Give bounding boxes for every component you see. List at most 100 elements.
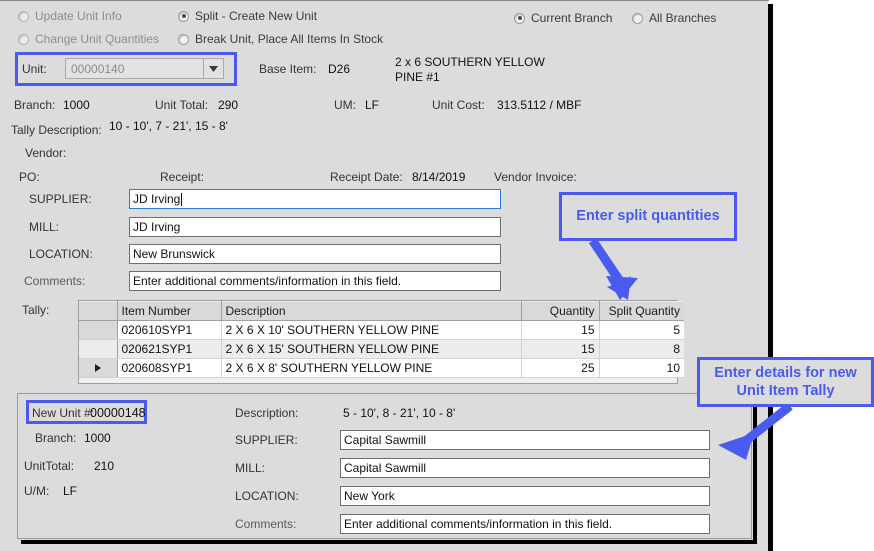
new-unit-location-input[interactable]: New York (340, 486, 710, 506)
cell-quantity: 25 (521, 358, 600, 378)
supplier-label: SUPPLIER: (29, 192, 92, 206)
radio-change-unit-quantities[interactable]: Change Unit Quantities (18, 32, 159, 46)
callout-arrow-to-new-unit-fields (718, 402, 793, 460)
new-unit-description-label: Description: (235, 406, 299, 420)
new-unit-mill-value: Capital Sawmill (344, 461, 427, 475)
new-unit-location-value: New York (344, 489, 395, 503)
comments-input[interactable]: Enter additional comments/information in… (129, 271, 501, 291)
column-header-description[interactable]: Description (221, 301, 522, 321)
item-description-line1: 2 x 6 SOUTHERN YELLOW (395, 55, 545, 69)
radio-knob (178, 10, 189, 22)
row-selector[interactable] (79, 339, 118, 359)
column-header-split-quantity[interactable]: Split Quantity (599, 301, 684, 321)
cell-description: 2 X 6 X 8' SOUTHERN YELLOW PINE (221, 358, 522, 378)
new-unit-mill-input[interactable]: Capital Sawmill (340, 458, 710, 478)
new-unit-total-label: UnitTotal: (24, 459, 75, 473)
unit-select[interactable]: 00000140 (65, 58, 224, 79)
receipt-date-label: Receipt Date: (330, 170, 403, 184)
comments-input-value: Enter additional comments/information in… (133, 274, 402, 288)
radio-knob (632, 12, 643, 24)
unit-label: Unit: (22, 62, 47, 76)
row-selector-current[interactable] (79, 358, 118, 378)
new-unit-branch-value: 1000 (84, 431, 111, 445)
location-label: LOCATION: (29, 247, 93, 261)
tally-description-label: Tally Description: (11, 123, 102, 137)
column-header-quantity[interactable]: Quantity (521, 301, 600, 321)
mill-input-value: JD Irving (133, 220, 181, 234)
radio-label: All Branches (649, 11, 717, 25)
callout-text: Enter split quantities (576, 208, 720, 225)
row-selector[interactable] (79, 320, 118, 340)
new-unit-location-label: LOCATION: (235, 489, 299, 503)
radio-knob (178, 33, 189, 45)
radio-knob (18, 33, 29, 45)
radio-break-unit[interactable]: Break Unit, Place All Items In Stock (178, 32, 383, 46)
bottom-panel-shadow (21, 540, 756, 544)
column-header-item-number[interactable]: Item Number (117, 301, 222, 321)
new-unit-comments-input[interactable]: Enter additional comments/information in… (340, 514, 710, 534)
radio-label: Break Unit, Place All Items In Stock (195, 32, 384, 46)
table-row[interactable]: 020621SYP1 2 X 6 X 15' SOUTHERN YELLOW P… (79, 339, 684, 359)
supplier-input-value: JD Irving (133, 192, 181, 206)
text-caret (181, 192, 183, 206)
radio-label: Split - Create New Unit (195, 9, 318, 23)
cell-split-quantity[interactable]: 5 (599, 320, 684, 340)
new-unit-comments-value: Enter additional comments/information in… (344, 517, 613, 531)
radio-knob (18, 10, 29, 22)
new-unit-supplier-value: Capital Sawmill (344, 433, 427, 447)
table-header-row: Item Number Description Quantity Split Q… (79, 301, 684, 321)
radio-split-create-new-unit[interactable]: Split - Create New Unit (178, 9, 317, 23)
location-input[interactable]: New Brunswick (129, 244, 501, 264)
cell-description: 2 X 6 X 15' SOUTHERN YELLOW PINE (221, 339, 522, 359)
po-label: PO: (19, 170, 40, 184)
table-row[interactable]: 020608SYP1 2 X 6 X 8' SOUTHERN YELLOW PI… (79, 358, 684, 378)
base-item-value: D26 (328, 62, 351, 76)
unit-cost-label: Unit Cost: (432, 98, 485, 112)
tally-grid[interactable]: Item Number Description Quantity Split Q… (78, 300, 684, 384)
radio-label: Current Branch (531, 11, 613, 25)
column-header-selector[interactable] (79, 301, 118, 321)
new-unit-comments-label: Comments: (235, 517, 297, 531)
callout-text-line1: Enter details for new (714, 364, 857, 381)
new-unit-supplier-input[interactable]: Capital Sawmill (340, 430, 710, 450)
radio-knob (514, 12, 525, 24)
tally-label: Tally: (22, 303, 50, 317)
cell-item-number: 020608SYP1 (117, 358, 222, 378)
radio-all-branches[interactable]: All Branches (632, 11, 716, 25)
radio-label: Update Unit Info (35, 9, 122, 23)
new-unit-description-value: 5 - 10', 8 - 21', 10 - 8' (343, 406, 456, 420)
new-unit-um-label: U/M: (24, 484, 50, 498)
new-unit-branch-label: Branch: (35, 431, 77, 445)
cell-split-quantity[interactable]: 8 (599, 339, 684, 359)
new-unit-label: New Unit #: (32, 406, 95, 420)
unit-select-value: 00000140 (71, 61, 125, 76)
unit-cost-value: 313.5112 / MBF (497, 98, 582, 112)
chevron-down-icon[interactable] (203, 59, 223, 78)
callout-new-unit-details: Enter details for new Unit Item Tally (697, 357, 874, 407)
um-label: UM: (334, 98, 356, 112)
item-description-line2: PINE #1 (395, 70, 440, 84)
cell-description: 2 X 6 X 10' SOUTHERN YELLOW PINE (221, 320, 522, 340)
new-unit-supplier-label: SUPPLIER: (235, 433, 298, 447)
unit-total-value: 290 (218, 98, 239, 112)
table-row[interactable]: 020610SYP1 2 X 6 X 10' SOUTHERN YELLOW P… (79, 320, 684, 340)
radio-update-unit-info[interactable]: Update Unit Info (18, 9, 122, 23)
mill-label: MILL: (29, 220, 60, 234)
cell-split-quantity[interactable]: 10 (599, 358, 684, 378)
callout-split-quantities: Enter split quantities (559, 192, 737, 241)
callout-arrow-to-split-quantity (589, 238, 638, 300)
current-row-arrow-icon (94, 364, 101, 372)
comments-label: Comments: (24, 274, 86, 288)
mill-input[interactable]: JD Irving (129, 217, 501, 237)
cell-item-number: 020610SYP1 (117, 320, 222, 340)
new-unit-total-value: 210 (94, 459, 115, 473)
tally-table: Item Number Description Quantity Split Q… (79, 301, 684, 378)
unit-total-label: Unit Total: (155, 98, 209, 112)
vendor-invoice-label: Vendor Invoice: (494, 170, 577, 184)
cell-quantity: 15 (521, 320, 600, 340)
radio-current-branch[interactable]: Current Branch (514, 11, 612, 25)
radio-label: Change Unit Quantities (35, 32, 160, 46)
um-value: LF (365, 98, 380, 112)
vendor-label: Vendor: (25, 146, 67, 160)
supplier-input[interactable]: JD Irving (129, 189, 501, 209)
